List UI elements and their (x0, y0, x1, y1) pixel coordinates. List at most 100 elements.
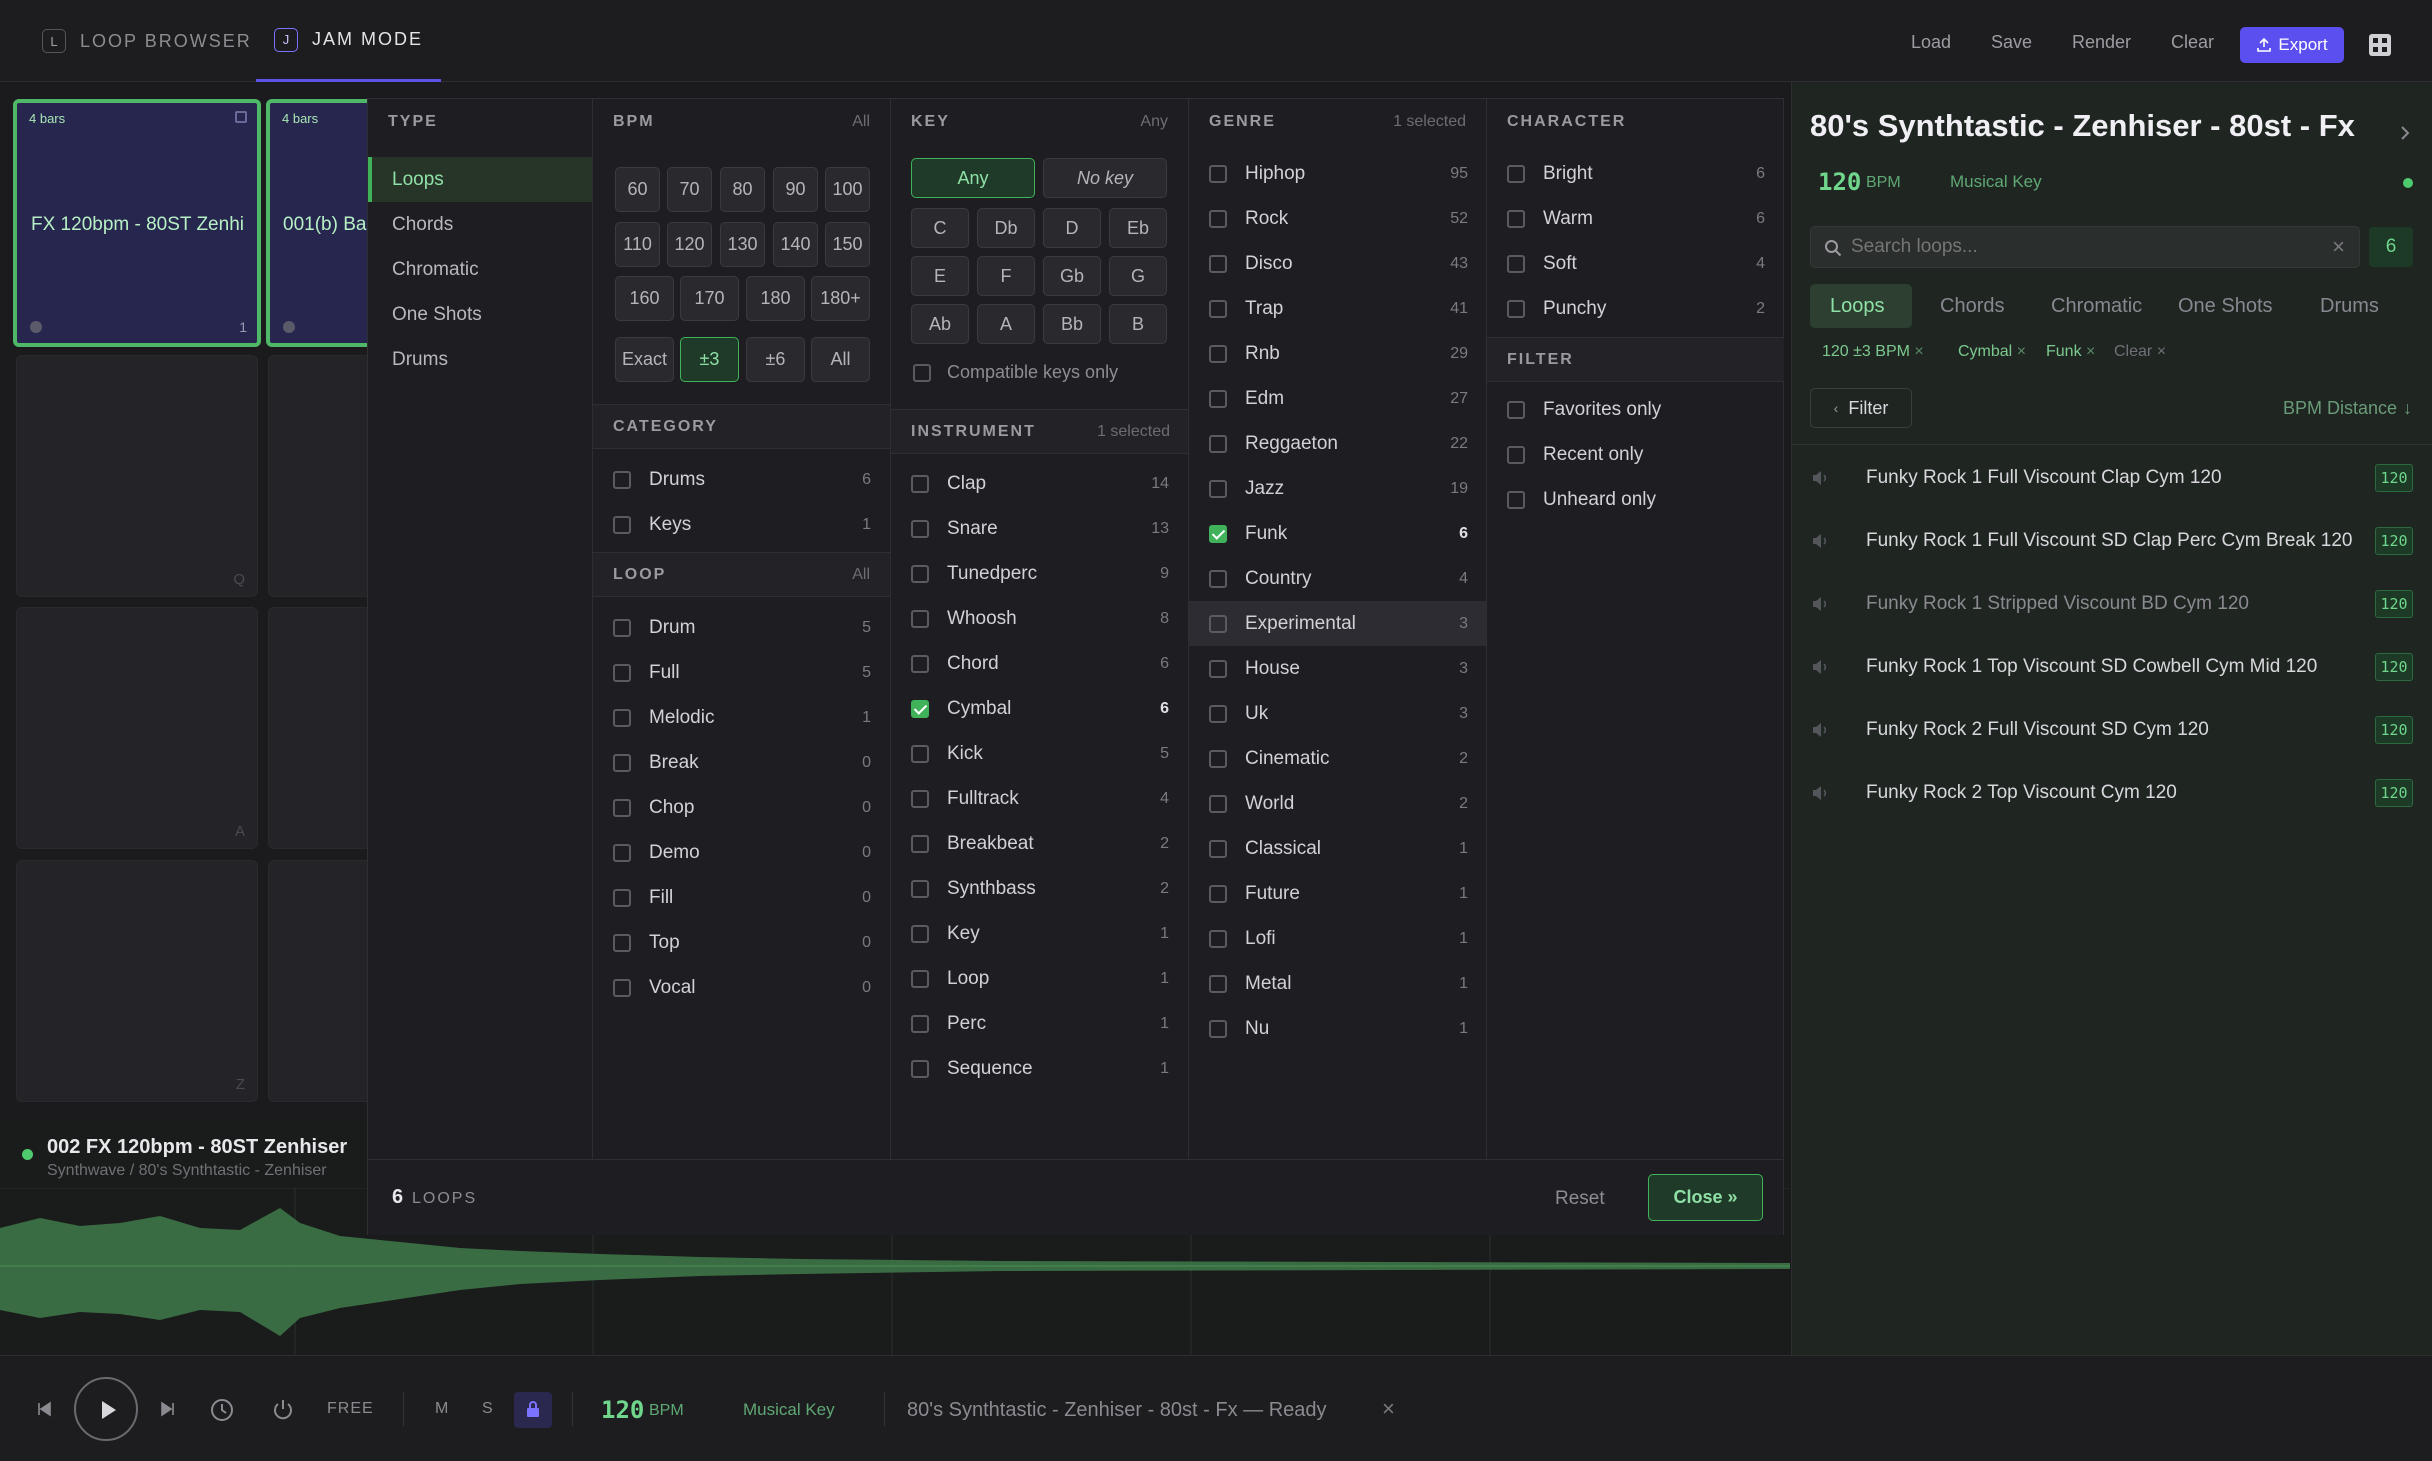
result-row[interactable]: Funky Rock 1 Full Viscount Clap Cym 120 1… (1792, 446, 2432, 509)
bpm-button[interactable]: 150 (825, 222, 870, 267)
checkbox[interactable] (613, 888, 631, 907)
loop-top[interactable]: Top 0 (613, 920, 871, 965)
bpm-button[interactable]: 100 (825, 167, 870, 212)
genre-future[interactable]: Future 1 (1189, 871, 1486, 916)
checkbox[interactable] (911, 879, 929, 898)
bpm-range-exact[interactable]: Exact (615, 337, 674, 382)
tab-one-shots[interactable]: One Shots (2178, 295, 2273, 318)
checkbox[interactable] (613, 708, 631, 727)
instrument-synthbass[interactable]: Synthbass 2 (911, 866, 1169, 911)
bpm-range-3[interactable]: ±3 (680, 337, 739, 382)
instrument-chord[interactable]: Chord 6 (911, 641, 1169, 686)
character-warm[interactable]: Warm 6 (1507, 196, 1765, 241)
checkbox[interactable] (1209, 614, 1227, 633)
genre-edm[interactable]: Edm 27 (1189, 376, 1486, 421)
checkbox[interactable] (613, 618, 631, 637)
clock-icon[interactable] (209, 1397, 235, 1423)
filter-favorites[interactable]: Favorites only (1507, 387, 1765, 432)
genre-rock[interactable]: Rock 52 (1189, 196, 1486, 241)
tab-loops[interactable]: Loops (1830, 295, 1885, 318)
checkbox[interactable] (613, 843, 631, 862)
result-row[interactable]: Funky Rock 1 Top Viscount SD Cowbell Cym… (1792, 635, 2432, 698)
checkbox[interactable] (1507, 254, 1525, 273)
loop-demo[interactable]: Demo 0 (613, 830, 871, 875)
tab-chromatic[interactable]: Chromatic (2051, 295, 2142, 318)
checkbox[interactable] (911, 519, 929, 538)
instrument-clap[interactable]: Clap 14 (911, 461, 1169, 506)
genre-disco[interactable]: Disco 43 (1189, 241, 1486, 286)
genre-classical[interactable]: Classical 1 (1189, 826, 1486, 871)
mute-button[interactable]: M (435, 1400, 448, 1418)
bpm-button[interactable]: 70 (667, 167, 712, 212)
character-soft[interactable]: Soft 4 (1507, 241, 1765, 286)
chip-cymbal[interactable]: Cymbal × (1958, 343, 2026, 361)
instrument-tunedperc[interactable]: Tunedperc 9 (911, 551, 1169, 596)
bpm-button[interactable]: 80 (720, 167, 765, 212)
checkbox[interactable] (911, 744, 929, 763)
instrument-perc[interactable]: Perc 1 (911, 1001, 1169, 1046)
skip-back-icon[interactable] (36, 1401, 52, 1417)
loop-full[interactable]: Full 5 (613, 650, 871, 695)
genre-metal[interactable]: Metal 1 (1189, 961, 1486, 1006)
result-row[interactable]: Funky Rock 1 Stripped Viscount BD Cym 12… (1792, 572, 2432, 635)
checkbox[interactable] (1507, 164, 1525, 183)
checkbox[interactable] (911, 564, 929, 583)
pad-empty[interactable]: Z (16, 860, 258, 1102)
close-status-icon[interactable]: × (1382, 1396, 1395, 1422)
bpm-button[interactable]: 110 (615, 222, 660, 267)
play-button[interactable] (74, 1377, 138, 1441)
key-button[interactable]: Db (977, 208, 1035, 248)
chip-clear[interactable]: Clear × (2114, 343, 2166, 361)
skip-forward-icon[interactable] (160, 1401, 176, 1417)
genre-lofi[interactable]: Lofi 1 (1189, 916, 1486, 961)
load-button[interactable]: Load (1911, 32, 1951, 53)
instrument-sequence[interactable]: Sequence 1 (911, 1046, 1169, 1091)
checkbox[interactable] (911, 834, 929, 853)
checkbox[interactable] (1507, 490, 1525, 509)
key-any-button[interactable]: Any (911, 158, 1035, 198)
instrument-breakbeat[interactable]: Breakbeat 2 (911, 821, 1169, 866)
key-button[interactable]: Gb (1043, 256, 1101, 296)
key-button[interactable]: E (911, 256, 969, 296)
result-row[interactable]: Funky Rock 1 Full Viscount SD Clap Perc … (1792, 509, 2432, 572)
loop-fill[interactable]: Fill 0 (613, 875, 871, 920)
checkbox[interactable] (1209, 884, 1227, 903)
genre-rnb[interactable]: Rnb 29 (1189, 331, 1486, 376)
bpm-button[interactable]: 160 (615, 276, 674, 321)
pad-1[interactable]: 4 bars FX 120bpm - 80ST Zenhi 1 (13, 99, 261, 347)
type-item-drums[interactable]: Drums (368, 337, 592, 382)
key-button[interactable]: Ab (911, 304, 969, 344)
key-button[interactable]: A (977, 304, 1035, 344)
genre-uk[interactable]: Uk 3 (1189, 691, 1486, 736)
checkbox[interactable] (1209, 524, 1227, 543)
checkbox[interactable] (1507, 445, 1525, 464)
pad-empty[interactable] (268, 607, 368, 849)
checkbox[interactable] (911, 654, 929, 673)
character-punchy[interactable]: Punchy 2 (1507, 286, 1765, 331)
bpm-button[interactable]: 180 (746, 276, 805, 321)
checkbox[interactable] (1209, 299, 1227, 318)
search-input[interactable] (1851, 233, 2311, 261)
checkbox[interactable] (911, 789, 929, 808)
checkbox[interactable] (1209, 749, 1227, 768)
instrument-fulltrack[interactable]: Fulltrack 4 (911, 776, 1169, 821)
checkbox[interactable] (913, 363, 931, 382)
solo-button[interactable]: S (482, 1400, 493, 1418)
pad-empty[interactable] (268, 355, 368, 597)
checkbox[interactable] (1209, 389, 1227, 408)
render-button[interactable]: Render (2072, 32, 2131, 53)
speaker-icon[interactable] (1810, 531, 1830, 551)
checkbox[interactable] (1209, 704, 1227, 723)
result-row[interactable]: Funky Rock 2 Full Viscount SD Cym 120 120 (1792, 698, 2432, 761)
loop-all-link[interactable]: All (852, 566, 870, 584)
bpm-all-link[interactable]: All (852, 113, 870, 131)
checkbox[interactable] (613, 933, 631, 952)
character-bright[interactable]: Bright 6 (1507, 151, 1765, 196)
genre-experimental[interactable]: Experimental 3 (1189, 601, 1486, 646)
key-button[interactable]: Eb (1109, 208, 1167, 248)
bpm-button[interactable]: 140 (773, 222, 818, 267)
pad-2[interactable]: 4 bars 001(b) Ba (266, 99, 376, 347)
key-button[interactable]: G (1109, 256, 1167, 296)
instrument-kick[interactable]: Kick 5 (911, 731, 1169, 776)
bpm-button[interactable]: 90 (773, 167, 818, 212)
